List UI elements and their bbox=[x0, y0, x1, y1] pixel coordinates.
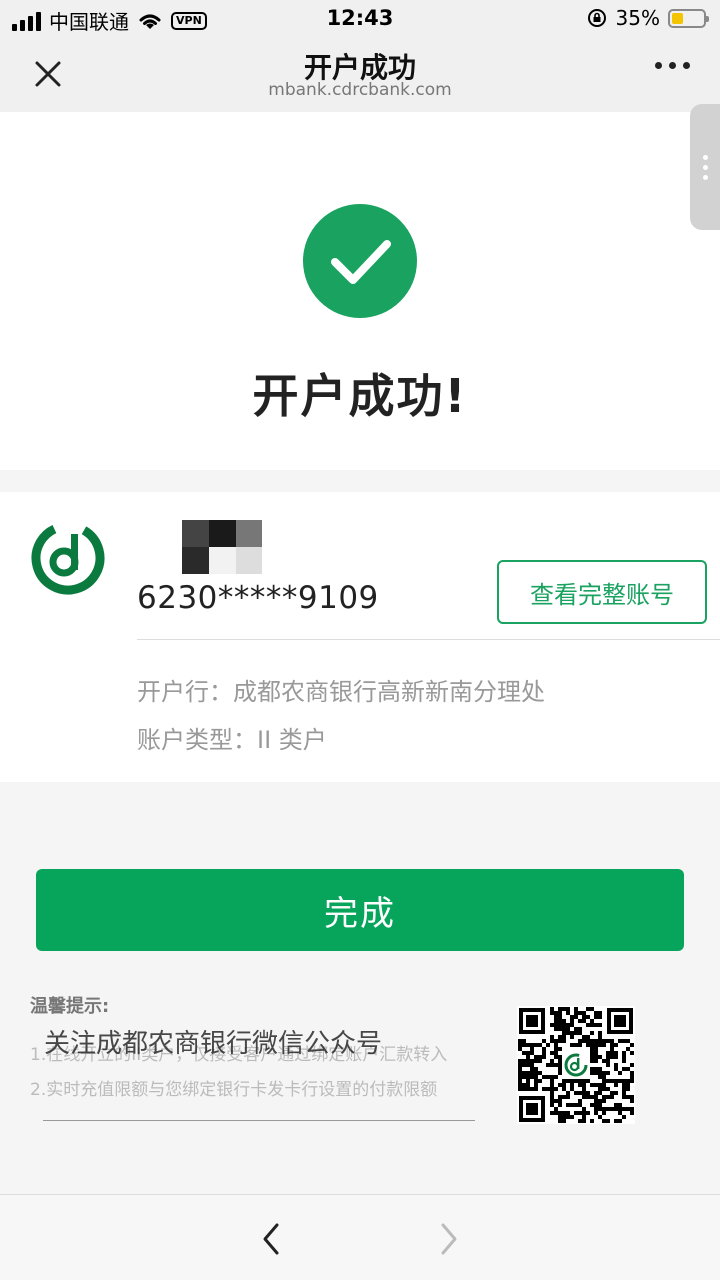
battery-percent: 35% bbox=[615, 6, 660, 30]
side-menu-handle[interactable] bbox=[690, 104, 720, 230]
tips-title: 温馨提示: bbox=[30, 996, 110, 1017]
wechat-qr-code[interactable] bbox=[517, 1006, 635, 1124]
status-left: 中国联通 VPN bbox=[12, 6, 207, 35]
view-full-account-button[interactable]: 查看完整账号 bbox=[497, 560, 707, 624]
done-button[interactable]: 完成 bbox=[36, 869, 684, 951]
status-right: 35% bbox=[586, 6, 709, 30]
account-number: 6230*****9109 bbox=[137, 580, 379, 616]
vpn-badge: VPN bbox=[171, 11, 207, 30]
branch-info: 开户行：成都农商银行高新新南分理处 bbox=[137, 678, 545, 706]
page-url: mbank.cdrcbank.com bbox=[268, 80, 452, 100]
signal-icon bbox=[12, 11, 41, 31]
divider bbox=[43, 1120, 475, 1121]
status-bar: 中国联通 VPN 12:43 35% bbox=[0, 0, 720, 38]
tip-line-2: 2.实时充值限额与您绑定银行卡发卡行设置的付款限额 bbox=[30, 1080, 438, 1100]
wechat-follow-text: 关注成都农商银行微信公众号 bbox=[44, 1029, 383, 1059]
account-type-info: 账户类型：II 类户 bbox=[137, 726, 327, 754]
qr-finder-top-right bbox=[607, 1008, 633, 1034]
account-card: 6230*****9109 查看完整账号 开户行：成都农商银行高新新南分理处 账… bbox=[0, 492, 720, 782]
back-arrow-icon[interactable] bbox=[256, 1219, 286, 1259]
forward-arrow-icon bbox=[441, 1223, 457, 1255]
success-title: 开户成功! bbox=[252, 369, 468, 423]
bank-logo-icon bbox=[31, 521, 105, 595]
nav-bar: 开户成功 mbank.cdrcbank.com bbox=[0, 38, 720, 112]
wifi-icon bbox=[139, 14, 161, 29]
divider bbox=[137, 639, 720, 640]
success-section: 开户成功! bbox=[0, 112, 720, 470]
qr-center-logo bbox=[563, 1052, 589, 1078]
success-check-icon bbox=[303, 204, 417, 318]
orientation-lock-icon bbox=[587, 9, 606, 27]
qr-finder-top-left bbox=[519, 1008, 545, 1034]
bottom-toolbar bbox=[0, 1194, 720, 1280]
carrier-name: 中国联通 bbox=[49, 10, 129, 34]
more-icon[interactable] bbox=[655, 62, 690, 69]
name-mosaic bbox=[182, 520, 262, 574]
qr-finder-bottom-left bbox=[519, 1096, 545, 1122]
battery-icon bbox=[668, 8, 709, 28]
